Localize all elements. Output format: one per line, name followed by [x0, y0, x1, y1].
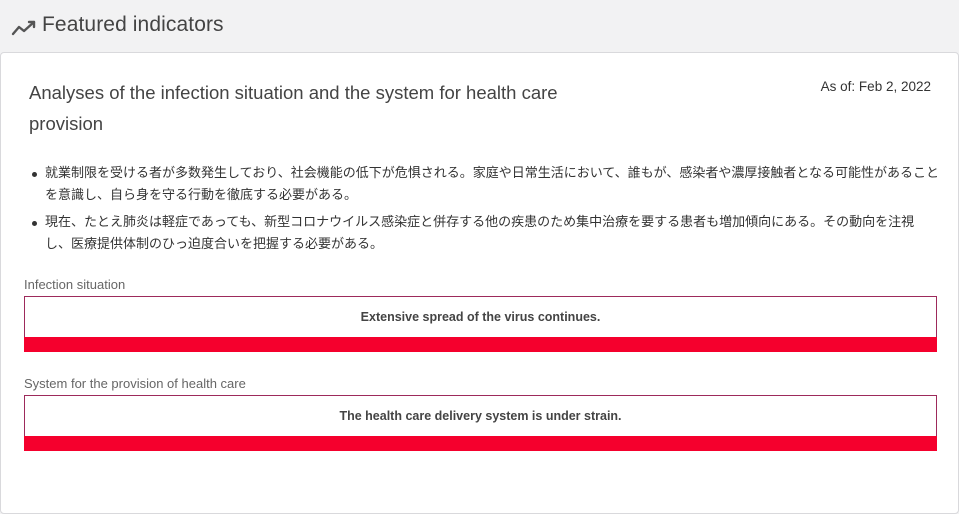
infection-status-text: Extensive spread of the virus continues. [360, 310, 601, 324]
health-care-system-label: System for the provision of health care [24, 376, 246, 391]
health-care-level-bar [24, 436, 937, 451]
health-care-status-box: The health care delivery system is under… [24, 395, 937, 437]
trend-line-icon [11, 19, 37, 37]
infection-status-box: Extensive spread of the virus continues. [24, 296, 937, 338]
section-header: Featured indicators [0, 0, 959, 52]
infection-level-bar [24, 337, 937, 352]
list-item: 就業制限を受ける者が多数発生しており、社会機能の低下が危惧される。家庭や日常生活… [29, 163, 939, 207]
analysis-list: 就業制限を受ける者が多数発生しており、社会機能の低下が危惧される。家庭や日常生活… [29, 163, 939, 261]
indicator-card: Analyses of the infection situation and … [0, 52, 959, 514]
list-item: 現在、たとえ肺炎は軽症であっても、新型コロナウイルス感染症と併存する他の疾患のた… [29, 212, 939, 256]
card-title: Analyses of the infection situation and … [29, 82, 558, 134]
health-care-status-text: The health care delivery system is under… [339, 409, 622, 423]
infection-situation-label: Infection situation [24, 277, 126, 292]
section-title: Featured indicators [42, 13, 224, 36]
as-of-date: As of: Feb 2, 2022 [820, 79, 931, 94]
